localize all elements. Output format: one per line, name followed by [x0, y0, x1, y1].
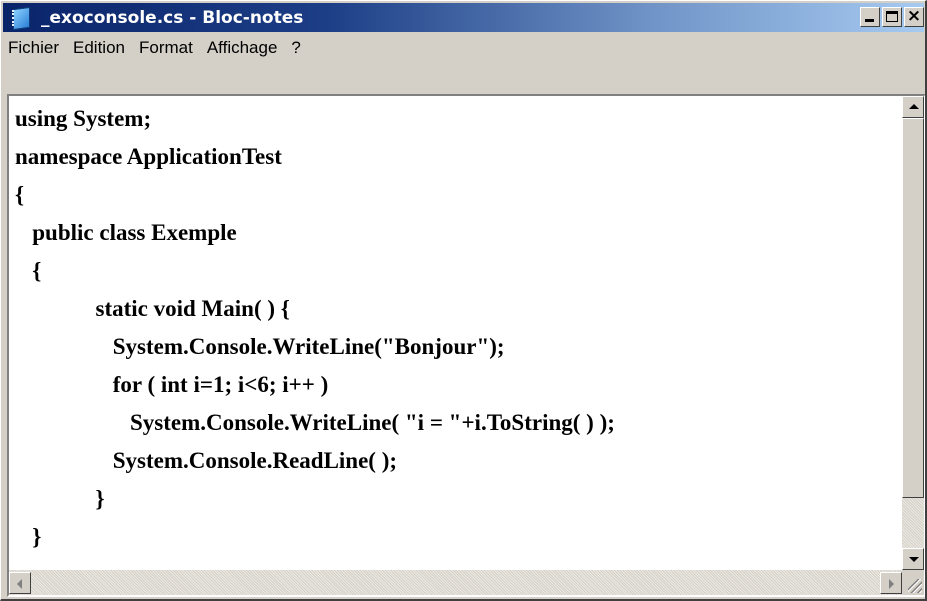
menu-edition[interactable]: Edition: [67, 38, 131, 58]
menu-affichage[interactable]: Affichage: [201, 38, 284, 58]
notepad-window: _exoconsole.cs - Bloc-notes × Fichier Ed…: [0, 0, 927, 601]
code-line: static void Main( ) {: [15, 296, 290, 321]
arrow-up-icon: [909, 104, 919, 109]
horizontal-scrollbar[interactable]: [9, 570, 902, 595]
close-icon: ×: [906, 6, 922, 26]
arrow-right-icon: [889, 579, 894, 589]
code-line: using System;: [15, 106, 152, 131]
menu-fichier[interactable]: Fichier: [3, 38, 65, 58]
scroll-right-button[interactable]: [880, 572, 902, 594]
vertical-scroll-thumb[interactable]: [902, 118, 924, 498]
code-line: }: [15, 524, 42, 549]
code-line: for ( int i=1; i<6; i++ ): [15, 372, 329, 397]
window-controls: ×: [860, 6, 924, 27]
resize-grip-icon: [908, 579, 922, 593]
code-line: System.Console.ReadLine( );: [15, 448, 398, 473]
minimize-button[interactable]: [860, 7, 880, 27]
menu-bar: Fichier Edition Format Affichage ?: [3, 34, 924, 62]
code-line: {: [15, 258, 42, 283]
editor-frame: using System; namespace ApplicationTest …: [7, 94, 925, 597]
maximize-button[interactable]: [882, 7, 902, 27]
text-editor[interactable]: using System; namespace ApplicationTest …: [9, 96, 902, 570]
vertical-scrollbar[interactable]: [902, 96, 924, 570]
scroll-left-button[interactable]: [9, 572, 31, 594]
maximize-icon: [886, 11, 898, 22]
menu-format[interactable]: Format: [133, 38, 199, 58]
code-line: }: [15, 486, 105, 511]
close-button[interactable]: ×: [904, 6, 924, 27]
code-line: System.Console.WriteLine("Bonjour");: [15, 334, 505, 359]
code-line: namespace ApplicationTest: [15, 144, 282, 169]
scroll-down-button[interactable]: [902, 548, 924, 570]
code-line: System.Console.WriteLine( "i = "+i.ToStr…: [15, 410, 615, 435]
menu-help[interactable]: ?: [285, 38, 306, 58]
size-grip[interactable]: [902, 570, 924, 595]
title-bar[interactable]: _exoconsole.cs - Bloc-notes ×: [3, 3, 924, 32]
arrow-down-icon: [909, 557, 919, 562]
arrow-left-icon: [17, 579, 22, 589]
code-line: {: [15, 182, 25, 207]
notepad-icon[interactable]: [11, 6, 31, 30]
code-line: public class Exemple: [15, 220, 237, 245]
minimize-icon: [865, 19, 874, 22]
scroll-up-button[interactable]: [902, 96, 924, 118]
window-title: _exoconsole.cs - Bloc-notes: [41, 7, 304, 28]
